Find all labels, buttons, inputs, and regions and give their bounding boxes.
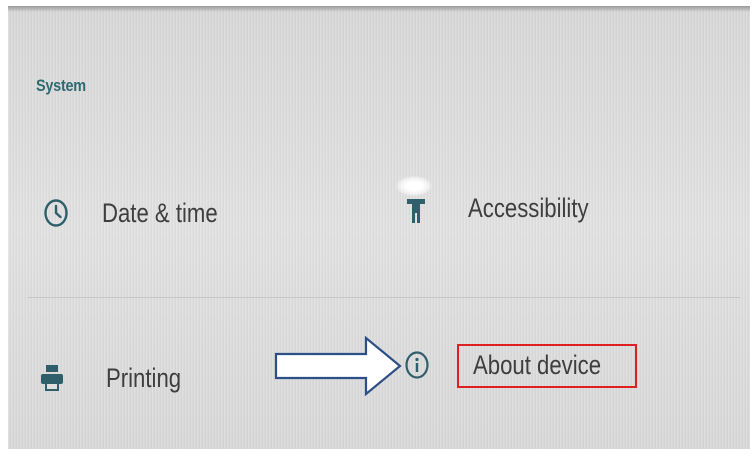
highlight-box (457, 344, 637, 388)
setting-label: Accessibility (468, 192, 589, 223)
setting-date-time[interactable]: Date & time (40, 196, 243, 230)
top-edge-shadow (8, 6, 750, 12)
printer-icon (36, 361, 68, 395)
screen-glare (396, 176, 432, 196)
pointer-arrow-icon (274, 336, 402, 396)
setting-accessibility[interactable]: Accessibility (400, 191, 615, 225)
setting-printing[interactable]: Printing (36, 361, 198, 395)
row-divider (28, 297, 740, 298)
clock-icon (40, 196, 72, 230)
setting-label: Printing (106, 362, 182, 393)
info-icon (401, 348, 433, 382)
settings-screen: System Date & time Accessibility Printin… (8, 6, 750, 449)
accessibility-icon (400, 191, 432, 225)
section-title-system: System (36, 76, 86, 95)
setting-label: Date & time (102, 197, 218, 228)
